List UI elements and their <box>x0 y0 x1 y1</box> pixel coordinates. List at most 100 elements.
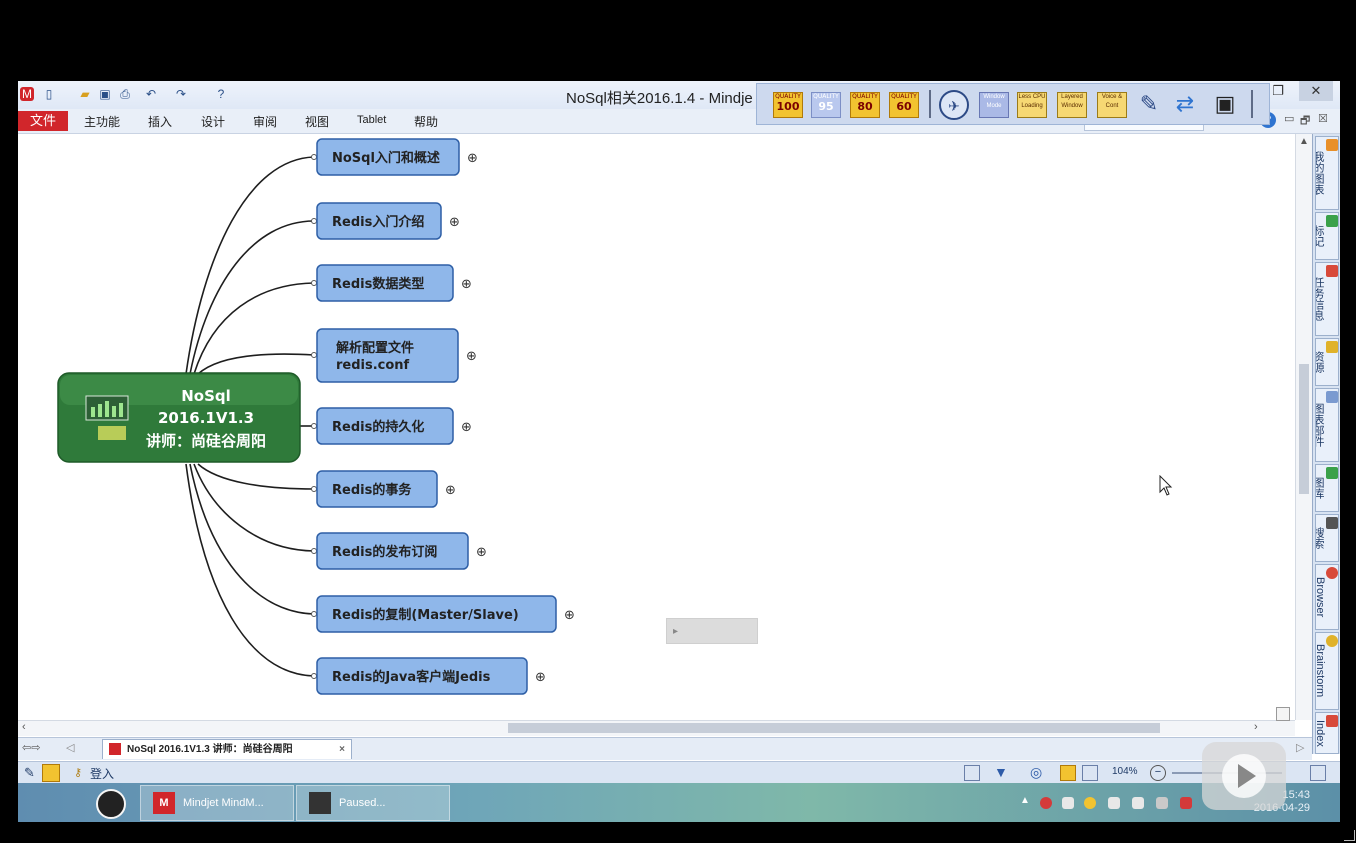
menu-file[interactable]: 文件 <box>18 111 68 131</box>
expand-icon[interactable]: ⊕ <box>535 670 546 685</box>
tab-my-maps[interactable]: 我的图表 <box>1315 136 1339 210</box>
window-mode-button[interactable]: Window Mode <box>979 92 1009 118</box>
tray-icon-5[interactable] <box>1132 797 1144 809</box>
topic-pubsub[interactable]: Redis的发布订阅 <box>316 532 469 570</box>
app-icon[interactable]: M <box>20 87 34 101</box>
expand-icon[interactable]: ⊕ <box>461 420 472 435</box>
pen-tool-icon[interactable]: ✎ <box>1135 90 1163 118</box>
horizontal-scrollbar[interactable]: ‹ › <box>18 707 1295 736</box>
redo-icon[interactable]: ↷ <box>174 87 188 101</box>
topic-config-file[interactable]: 解析配置文件 redis.conf <box>316 328 459 383</box>
topic-redis-datatypes[interactable]: Redis数据类型 <box>316 264 454 302</box>
tray-icon-3[interactable] <box>1084 797 1096 809</box>
expand-icon[interactable]: ⊕ <box>476 545 487 560</box>
tab-map-parts[interactable]: 图表部件 <box>1315 388 1339 462</box>
save-icon[interactable]: ▣ <box>98 87 112 101</box>
resize-grip[interactable] <box>1344 830 1355 841</box>
print-icon[interactable]: ⎙ <box>118 87 132 101</box>
menu-help[interactable]: 帮助 <box>414 113 438 130</box>
taskbar-mindjet[interactable]: M Mindjet MindM... <box>140 785 294 821</box>
new-doc-icon[interactable]: ▯ <box>42 87 56 101</box>
snapshot-icon[interactable]: ▣ <box>1211 90 1239 118</box>
tray-expand-icon[interactable]: ▲ <box>1020 795 1030 806</box>
doc-tab-close[interactable]: × <box>339 740 345 759</box>
ribbon-minimize[interactable]: ▭ <box>1284 112 1294 125</box>
expand-icon[interactable]: ⊕ <box>467 151 478 166</box>
tab-library[interactable]: 图库 <box>1315 464 1339 512</box>
topic-transactions[interactable]: Redis的事务 <box>316 470 438 508</box>
tray-icon-6[interactable] <box>1156 797 1168 809</box>
topic-replication[interactable]: Redis的复制(Master/Slave) <box>316 595 557 633</box>
tray-icon-4[interactable] <box>1108 797 1120 809</box>
less-cpu-button[interactable]: Less CPU Loading <box>1017 92 1047 118</box>
horizontal-scroll-thumb[interactable] <box>508 723 1160 733</box>
layered-window-button[interactable]: Layered Window <box>1057 92 1087 118</box>
fit-view-icon[interactable] <box>1276 707 1290 721</box>
topic-nosql-intro[interactable]: NoSql入门和概述 <box>316 138 460 176</box>
menu-design[interactable]: 设计 <box>201 113 225 130</box>
view-icon[interactable] <box>964 765 980 781</box>
panel-toggle-icon[interactable] <box>1310 765 1326 781</box>
open-folder-icon[interactable]: ▰ <box>78 87 92 101</box>
video-play-overlay[interactable] <box>1202 742 1286 810</box>
tab-resources[interactable]: 资源 <box>1315 338 1339 386</box>
menu-insert[interactable]: 插入 <box>148 113 172 130</box>
scroll-right-icon[interactable]: › <box>1254 721 1258 733</box>
login-button[interactable]: 登入 <box>90 765 114 782</box>
screens-icon[interactable]: ⇄ <box>1171 90 1199 118</box>
floating-placeholder[interactable]: ▸ <box>666 618 758 644</box>
scroll-left-icon[interactable]: ‹ <box>22 721 26 733</box>
taskbar-paused[interactable]: Paused... <box>296 785 450 821</box>
expand-icon[interactable]: ⊕ <box>466 349 477 364</box>
vertical-scrollbar[interactable]: ▲ <box>1295 134 1313 720</box>
tray-icon-1[interactable] <box>1040 797 1052 809</box>
expand-icon[interactable]: ⊕ <box>445 483 456 498</box>
tab-scroll-left-icon[interactable]: ◁ <box>66 741 74 754</box>
voice-control-button[interactable]: Voice & Cont <box>1097 92 1127 118</box>
tray-icon-2[interactable] <box>1062 797 1074 809</box>
menu-review[interactable]: 审阅 <box>253 113 277 130</box>
scroll-up-icon[interactable]: ▲ <box>1299 136 1309 147</box>
layout-icon[interactable] <box>1060 765 1076 781</box>
doc-tab-active[interactable]: NoSql 2016.1V1.3 讲师：尚硅谷周阳 × <box>102 739 352 759</box>
tab-search[interactable]: 搜索 <box>1315 514 1339 562</box>
expand-icon[interactable]: ⊕ <box>564 608 575 623</box>
tab-index[interactable]: Index <box>1315 712 1339 754</box>
close-button[interactable]: ✕ <box>1299 81 1333 101</box>
filter-icon[interactable]: ▼ <box>994 764 1008 780</box>
tool-icon[interactable] <box>42 764 60 782</box>
menu-home[interactable]: 主功能 <box>84 113 120 130</box>
topic-jedis[interactable]: Redis的Java客户端Jedis <box>316 657 528 695</box>
quality-80-button[interactable]: QUALITY 80 <box>850 92 880 118</box>
tab-markers[interactable]: 标记 <box>1315 212 1339 260</box>
quality-60-button[interactable]: QUALITY 60 <box>889 92 919 118</box>
connector-4 <box>197 353 315 375</box>
nav-back-icon[interactable]: ⇦⇨ <box>22 741 40 754</box>
expand-icon[interactable]: ⊕ <box>449 215 460 230</box>
compass-icon[interactable]: ✈ <box>939 90 969 120</box>
mindmap-canvas[interactable]: NoSql 2016.1V1.3 讲师：尚硅谷周阳 NoSql入门和概述 ⊕ R… <box>18 134 1295 720</box>
quality-95-button[interactable]: QUALITY 95 <box>811 92 841 118</box>
tab-brainstorm[interactable]: Brainstorm <box>1315 632 1339 710</box>
topic-redis-intro[interactable]: Redis入门介绍 <box>316 202 442 240</box>
tab-browser[interactable]: Browser <box>1315 564 1339 630</box>
menu-view[interactable]: 视图 <box>305 113 329 130</box>
vertical-scroll-thumb[interactable] <box>1299 364 1309 494</box>
qq-penguin-icon[interactable] <box>96 789 126 819</box>
quality-100-button[interactable]: QUALITY 100 <box>773 92 803 118</box>
zoom-out-icon[interactable]: − <box>1150 765 1166 781</box>
help-icon[interactable]: ? <box>214 87 228 101</box>
central-topic[interactable]: NoSql 2016.1V1.3 讲师：尚硅谷周阳 <box>57 372 301 463</box>
undo-icon[interactable]: ↶ <box>144 87 158 101</box>
ribbon-close[interactable]: ☒ <box>1318 112 1328 125</box>
tab-task-info[interactable]: 任务信息 <box>1315 262 1339 336</box>
outline-icon[interactable] <box>1082 765 1098 781</box>
focus-icon[interactable]: ◎ <box>1030 764 1042 781</box>
menu-tablet[interactable]: Tablet <box>357 114 386 126</box>
tab-scroll-right-icon[interactable]: ▷ <box>1296 741 1304 754</box>
ribbon-restore[interactable]: 🗗 <box>1300 112 1310 131</box>
pen-icon[interactable]: ✎ <box>24 765 35 781</box>
tray-icon-7[interactable] <box>1180 797 1192 809</box>
expand-icon[interactable]: ⊕ <box>461 277 472 292</box>
topic-persistence[interactable]: Redis的持久化 <box>316 407 454 445</box>
